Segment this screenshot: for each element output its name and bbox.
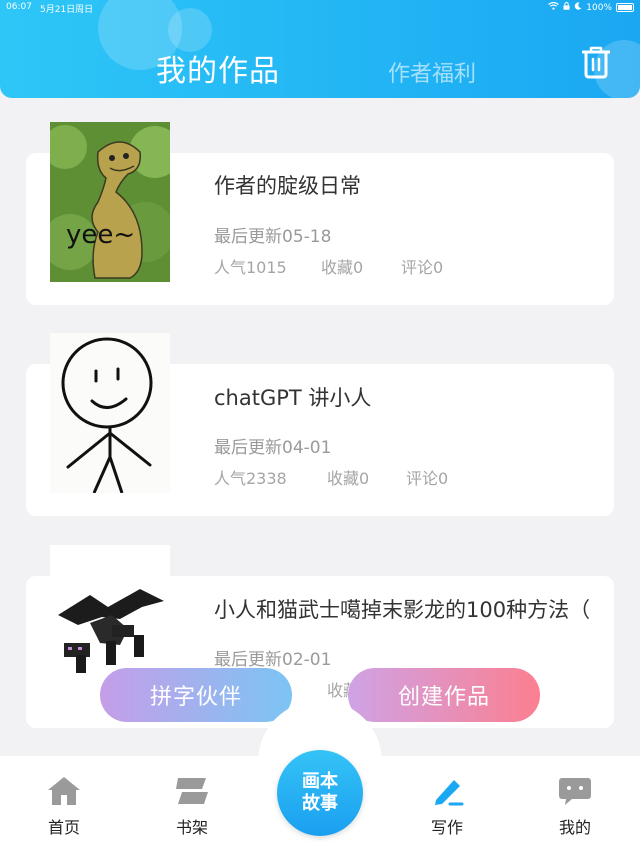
- work-favorites: 收藏0: [327, 469, 370, 488]
- work-updated: 最后更新05-18: [214, 227, 332, 247]
- trash-icon[interactable]: [581, 46, 611, 80]
- nav-write[interactable]: 写作: [412, 776, 482, 838]
- status-bar: 06:07 5月21日周日 100%: [0, 0, 640, 16]
- work-popularity: 人气1015: [214, 258, 287, 277]
- home-icon: [47, 777, 81, 810]
- status-right: 100%: [548, 1, 634, 13]
- chat-bubble-icon: [558, 778, 592, 810]
- nav-bookshelf[interactable]: 书架: [157, 776, 227, 838]
- work-cover-image[interactable]: [50, 333, 170, 493]
- center-line2: 故事: [302, 793, 338, 814]
- bookshelf-icon: [174, 778, 210, 810]
- pencil-icon: [430, 780, 464, 810]
- writing-partner-button[interactable]: 拼字伙伴: [100, 668, 292, 722]
- create-work-button[interactable]: 创建作品: [348, 668, 540, 722]
- center-line1: 画本: [302, 771, 338, 792]
- work-favorites: 收藏0: [321, 258, 364, 277]
- tab-author-benefits[interactable]: 作者福利: [388, 56, 476, 88]
- nav-home[interactable]: 首页: [29, 776, 99, 838]
- work-title[interactable]: 小人和猫武士噶掉末影龙的100种方法（: [214, 594, 590, 624]
- lock-icon: [563, 2, 570, 13]
- wifi-icon: [548, 1, 560, 13]
- nav-bookshelf-label: 书架: [175, 818, 208, 837]
- work-title[interactable]: 作者的腚级日常: [214, 170, 361, 200]
- work-title[interactable]: chatGPT 讲小人: [214, 382, 371, 412]
- work-comments: 评论0: [406, 469, 449, 488]
- work-cover-image[interactable]: yee~: [50, 122, 170, 282]
- nav-write-label: 写作: [430, 818, 463, 837]
- battery-percent: 100%: [586, 2, 612, 13]
- work-popularity: 人气2338: [214, 469, 287, 488]
- nav-mine[interactable]: 我的: [540, 776, 610, 838]
- battery-icon: [616, 3, 634, 12]
- work-updated: 最后更新02-01: [214, 650, 332, 670]
- moon-icon: [574, 2, 582, 13]
- top-header: 06:07 5月21日周日 100% 我的作品 作者福利: [0, 0, 640, 98]
- nav-mine-label: 我的: [558, 818, 591, 837]
- status-time: 06:07: [6, 2, 32, 12]
- cover-caption: yee~: [66, 220, 136, 250]
- tab-my-works[interactable]: 我的作品: [156, 46, 280, 90]
- work-comments: 评论0: [401, 258, 444, 277]
- work-updated: 最后更新04-01: [214, 438, 332, 458]
- status-date: 5月21日周日: [40, 5, 94, 15]
- nav-home-label: 首页: [47, 818, 80, 837]
- picture-story-button[interactable]: 画本 故事: [277, 750, 363, 836]
